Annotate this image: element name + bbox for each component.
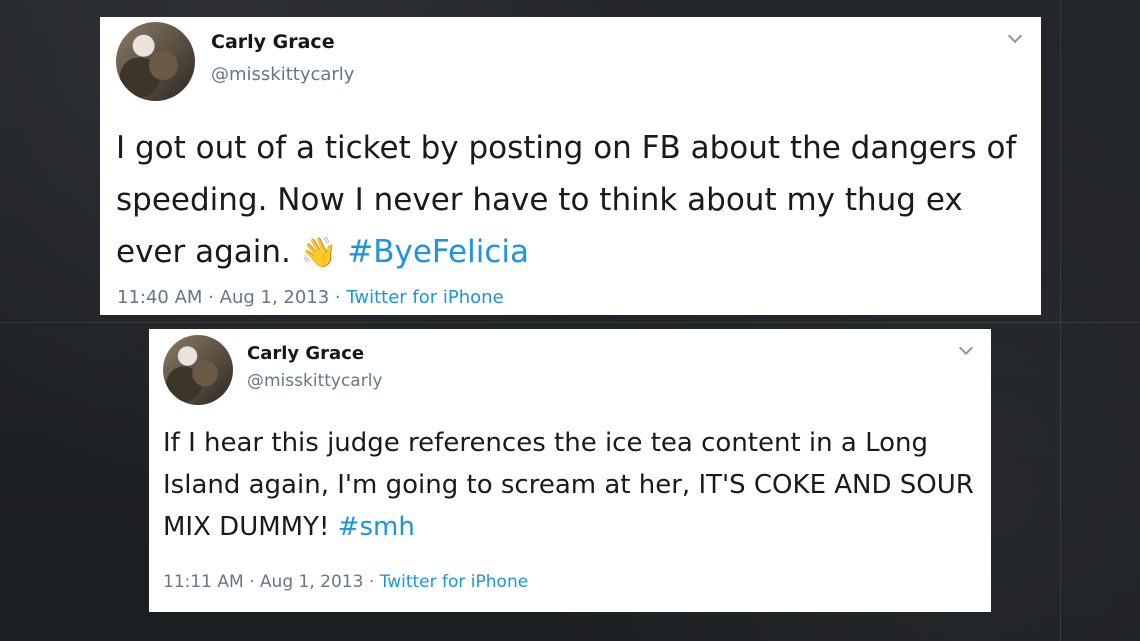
tweet-card[interactable]: Carly Grace @misskittycarly If I hear th…	[149, 329, 991, 612]
display-name[interactable]: Carly Grace	[247, 343, 364, 364]
tweet-source-link[interactable]: Twitter for iPhone	[346, 287, 503, 308]
tweet-meta: 11:40 AM · Aug 1, 2013 · Twitter for iPh…	[117, 287, 504, 308]
tweet-date[interactable]: Aug 1, 2013	[220, 287, 330, 308]
meta-separator: ·	[243, 572, 260, 592]
tweet-source-link[interactable]: Twitter for iPhone	[380, 572, 529, 592]
hashtag-link[interactable]: #smh	[338, 512, 415, 542]
hashtag-link[interactable]: #ByeFelicia	[347, 234, 529, 270]
meta-separator: ·	[363, 572, 380, 592]
chevron-down-icon[interactable]	[1007, 28, 1023, 44]
avatar[interactable]	[116, 22, 195, 101]
user-handle[interactable]: @misskittycarly	[211, 64, 354, 85]
avatar[interactable]	[163, 335, 233, 405]
meta-separator: ·	[329, 287, 347, 308]
display-name[interactable]: Carly Grace	[211, 31, 335, 53]
tweet-body: If I hear this judge references the ice …	[163, 428, 974, 542]
tweet-date[interactable]: Aug 1, 2013	[260, 572, 364, 592]
tweet-text: If I hear this judge references the ice …	[163, 422, 983, 548]
tweet-body: I got out of a ticket by posting on FB a…	[116, 130, 1017, 270]
meta-separator: ·	[202, 287, 220, 308]
tweet-card[interactable]: Carly Grace @misskittycarly I got out of…	[100, 17, 1041, 315]
tweet-time[interactable]: 11:11 AM	[163, 572, 244, 592]
background-line	[1060, 0, 1061, 641]
background-line	[0, 322, 1140, 323]
user-handle[interactable]: @misskittycarly	[247, 371, 383, 391]
tweet-time[interactable]: 11:40 AM	[117, 287, 202, 308]
tweet-meta: 11:11 AM · Aug 1, 2013 · Twitter for iPh…	[163, 572, 528, 592]
tweet-text: I got out of a ticket by posting on FB a…	[116, 122, 1031, 278]
chevron-down-icon[interactable]	[958, 340, 974, 356]
waving-hand-icon: 👋	[300, 235, 338, 269]
